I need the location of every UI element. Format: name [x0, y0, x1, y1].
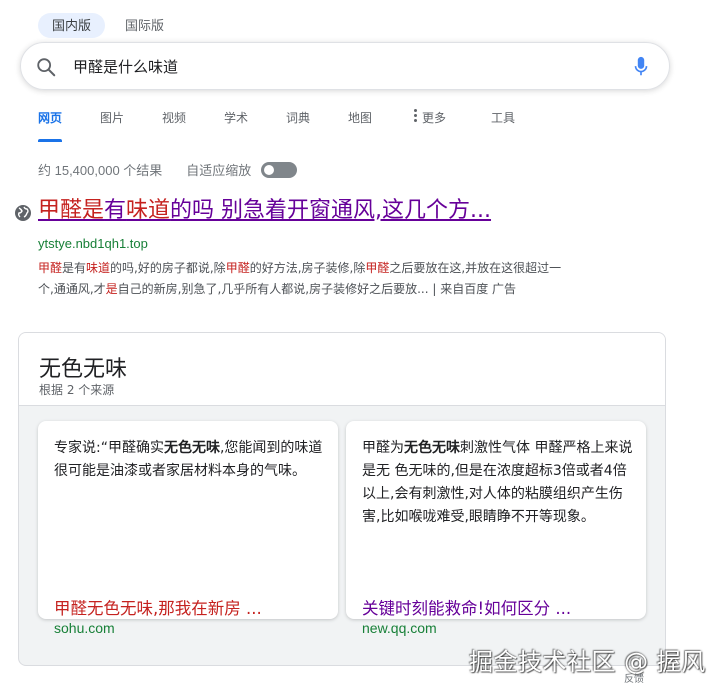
more-dots-icon [414, 109, 418, 124]
tab-tools[interactable]: 工具 [491, 108, 515, 132]
snippet-text: 自己的新房,别急了,几乎所有人都说,房子装修好之后要放... | 来自百度 广告 [117, 282, 517, 296]
source-excerpt: 专家说:“甲醛确实无色无味,您能闻到的味道很可能是油漆或者家居材料本身的气味。 [54, 437, 326, 483]
source-domain[interactable]: new.qq.com [362, 620, 437, 636]
watermark: 掘金技术社区 @ 握风 [469, 648, 706, 676]
source-link[interactable]: 甲醛无色无味,那我在新房 ... [54, 595, 334, 619]
source-card-qq[interactable]: 甲醛为无色无味刺激性气体 甲醛严格上来说是无 色无味的,但是在浓度超标3倍或者4… [346, 421, 646, 636]
title-highlight: 甲醛是 [38, 198, 105, 223]
snippet-highlight: 甲醛 [38, 261, 63, 275]
snippet-highlight: 是 [105, 282, 118, 296]
source-link[interactable]: 关键时刻能救命!如何区分 ... [362, 595, 642, 619]
result-snippet: 甲醛是有味道的吗,好的房子都说,除甲醛的好方法,房子装修,除甲醛之后要放在这,并… [38, 258, 658, 300]
title-text: 的吗 别急着开窗通风,这几个方... [170, 198, 492, 223]
adaptive-zoom-toggle[interactable] [261, 161, 298, 178]
tab-maps[interactable]: 地图 [348, 108, 372, 132]
toggle-knob [264, 164, 275, 175]
snippet-text: 是有 [62, 261, 87, 275]
snippet-highlight: 味道 [86, 261, 111, 275]
title-text: 有 [104, 198, 127, 223]
snippet-highlight: 甲醛 [225, 261, 250, 275]
result-count: 约 15,400,000 个结果 [38, 163, 163, 178]
tab-more[interactable]: 更多 [414, 108, 446, 132]
microphone-icon[interactable] [633, 56, 649, 78]
result-title-link[interactable]: 甲醛是有味道的吗 别急着开窗通风,这几个方... [38, 196, 491, 226]
region-tab-domestic[interactable]: 国内版 [38, 13, 106, 38]
feedback-link[interactable]: 反馈 [624, 670, 644, 685]
region-tab-international[interactable]: 国际版 [111, 13, 178, 38]
snippet-text: 的好方法,房子装修,除 [249, 261, 366, 275]
excerpt-text: 专家说:“甲醛确实 [54, 440, 164, 456]
tab-web[interactable]: 网页 [38, 108, 63, 142]
tab-more-label: 更多 [422, 111, 447, 125]
globe-icon [15, 205, 31, 221]
result-url[interactable]: ytstye.nbd1qh1.top [38, 236, 148, 251]
search-box [20, 42, 670, 90]
title-highlight: 味道 [126, 198, 171, 223]
source-domain[interactable]: sohu.com [54, 620, 115, 636]
tab-dictionary[interactable]: 词典 [286, 108, 310, 132]
tab-videos[interactable]: 视频 [162, 108, 186, 132]
snippet-line: 个,通通风,才是自己的新房,别急了,几乎所有人都说,房子装修好之后要放... |… [38, 279, 658, 300]
source-card-sohu[interactable]: 专家说:“甲醛确实无色无味,您能闻到的味道很可能是油漆或者家居材料本身的气味。 … [38, 421, 338, 636]
tab-images[interactable]: 图片 [100, 108, 124, 132]
excerpt-text: 甲醛为 [362, 440, 404, 456]
search-input[interactable] [73, 43, 613, 89]
snippet-text: 之后要放在这,并放在这很超过一 [389, 261, 562, 275]
adaptive-zoom-label: 自适应缩放 [186, 163, 252, 178]
featured-answer-card: 无色无味 根据 2 个来源 专家说:“甲醛确实无色无味,您能闻到的味道很可能是油… [18, 332, 666, 666]
excerpt-bold: 无色无味 [163, 440, 220, 456]
snippet-text: 的吗,好的房子都说,除 [110, 261, 226, 275]
featured-answer-subtitle: 根据 2 个来源 [39, 383, 115, 397]
snippet-line: 甲醛是有味道的吗,好的房子都说,除甲醛的好方法,房子装修,除甲醛之后要放在这,并… [38, 258, 658, 279]
featured-answer-title: 无色无味 [39, 357, 128, 382]
source-excerpt: 甲醛为无色无味刺激性气体 甲醛严格上来说是无 色无味的,但是在浓度超标3倍或者4… [362, 437, 634, 529]
snippet-text: 个,通通风,才 [38, 282, 106, 296]
result-stats: 约 15,400,000 个结果 自适应缩放 [38, 160, 298, 179]
search-icon[interactable] [35, 56, 57, 78]
excerpt-bold: 无色无味 [404, 440, 460, 456]
snippet-highlight: 甲醛 [365, 261, 390, 275]
tab-academic[interactable]: 学术 [224, 108, 248, 132]
featured-answer-header: 无色无味 根据 2 个来源 [19, 333, 665, 406]
region-tabs: 国内版 国际版 [38, 13, 178, 38]
